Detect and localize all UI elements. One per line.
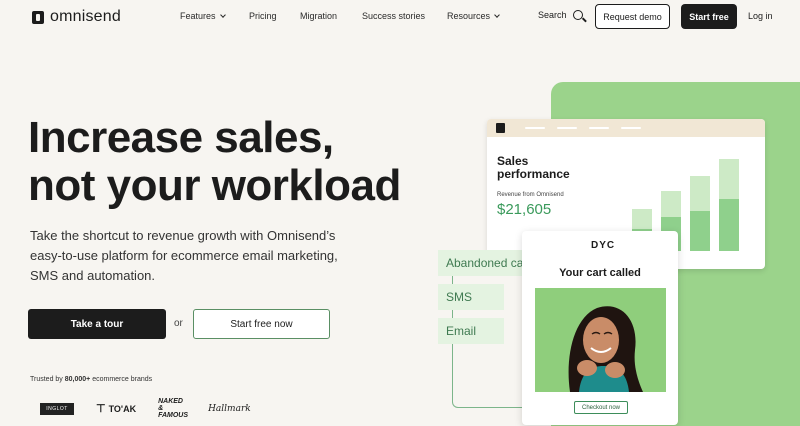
login-link[interactable]: Log in	[748, 11, 773, 21]
or-separator: or	[174, 318, 183, 329]
sales-title-line2: performance	[497, 167, 570, 181]
toak-mark-icon: ⊤	[96, 403, 106, 415]
top-nav: omnisend Features Pricing Migration Succ…	[0, 0, 800, 34]
email-title: Your cart called	[559, 267, 641, 279]
brand-logos: INGLOT ⊤ TO'AK NAKED & FAMOUS Hallmark	[40, 398, 251, 419]
nav-success-stories[interactable]: Success stories	[362, 11, 425, 21]
trusted-prefix: Trusted by	[30, 376, 63, 383]
chart-bar-upper	[690, 176, 710, 211]
logo-text: omnisend	[50, 8, 121, 25]
tag-sms: SMS	[438, 284, 504, 310]
search-icon	[572, 10, 583, 20]
nav-resources[interactable]: Resources	[447, 11, 500, 21]
nav-migration[interactable]: Migration	[300, 11, 337, 21]
nav-features[interactable]: Features	[180, 11, 226, 21]
hero-title-line1: Increase sales,	[28, 113, 334, 162]
nav-pricing[interactable]: Pricing	[249, 11, 277, 21]
search-button[interactable]: Search	[538, 10, 583, 20]
omnisend-logo-icon	[32, 10, 44, 24]
start-free-now-button[interactable]: Start free now	[193, 309, 330, 339]
brand-hallmark-logo: Hallmark	[208, 403, 251, 414]
brand-naked-famous-logo: NAKED & FAMOUS	[158, 398, 189, 419]
chart-bar-lower	[719, 199, 739, 251]
hero-title-line2: not your workload	[28, 161, 401, 210]
email-preview-card: DYC Your cart called Checkout now	[522, 231, 678, 425]
revenue-label: Revenue from Omnisend	[497, 192, 564, 198]
nav-features-label: Features	[180, 11, 216, 21]
email-brand-logo: DYC	[591, 240, 616, 251]
smiling-woman-image	[535, 288, 666, 392]
chart-bar-upper	[719, 159, 739, 199]
start-free-button[interactable]: Start free	[681, 4, 737, 29]
take-a-tour-button[interactable]: Take a tour	[28, 309, 166, 339]
sales-performance-title: Sales performance	[497, 155, 570, 181]
brand-toak-label: TO'AK	[108, 403, 137, 414]
trusted-suffix: ecommerce brands	[92, 376, 153, 383]
checkout-now-button[interactable]: Checkout now	[574, 401, 628, 414]
nav-success-stories-label: Success stories	[362, 11, 426, 21]
brand-inglot-logo: INGLOT	[40, 402, 74, 415]
hero-title: Increase sales, not your workload	[28, 114, 458, 210]
hero-subtitle: Take the shortcut to revenue growth with…	[30, 228, 338, 283]
email-hero-photo	[535, 288, 666, 392]
chevron-down-icon	[494, 12, 500, 18]
chart-bar-lower	[690, 211, 710, 251]
chevron-down-icon	[219, 12, 226, 18]
chart-bar-upper	[661, 191, 681, 217]
tag-email: Email	[438, 318, 504, 344]
chart-bar-upper	[632, 209, 652, 229]
trusted-count: 80,000+	[64, 376, 91, 383]
trusted-by-text: Trusted by 80,000+ ecommerce brands	[30, 376, 152, 383]
nav-migration-label: Migration	[300, 11, 338, 21]
omnisend-logo[interactable]: omnisend	[32, 8, 121, 26]
revenue-value: $21,605	[497, 201, 552, 218]
nav-pricing-label: Pricing	[249, 11, 277, 21]
request-demo-button[interactable]: Request demo	[595, 4, 670, 29]
nav-resources-label: Resources	[447, 11, 491, 21]
brand-toak-logo: ⊤ TO'AK	[96, 402, 136, 415]
search-label: Search	[538, 10, 567, 20]
sales-title-line1: Sales	[497, 154, 529, 168]
